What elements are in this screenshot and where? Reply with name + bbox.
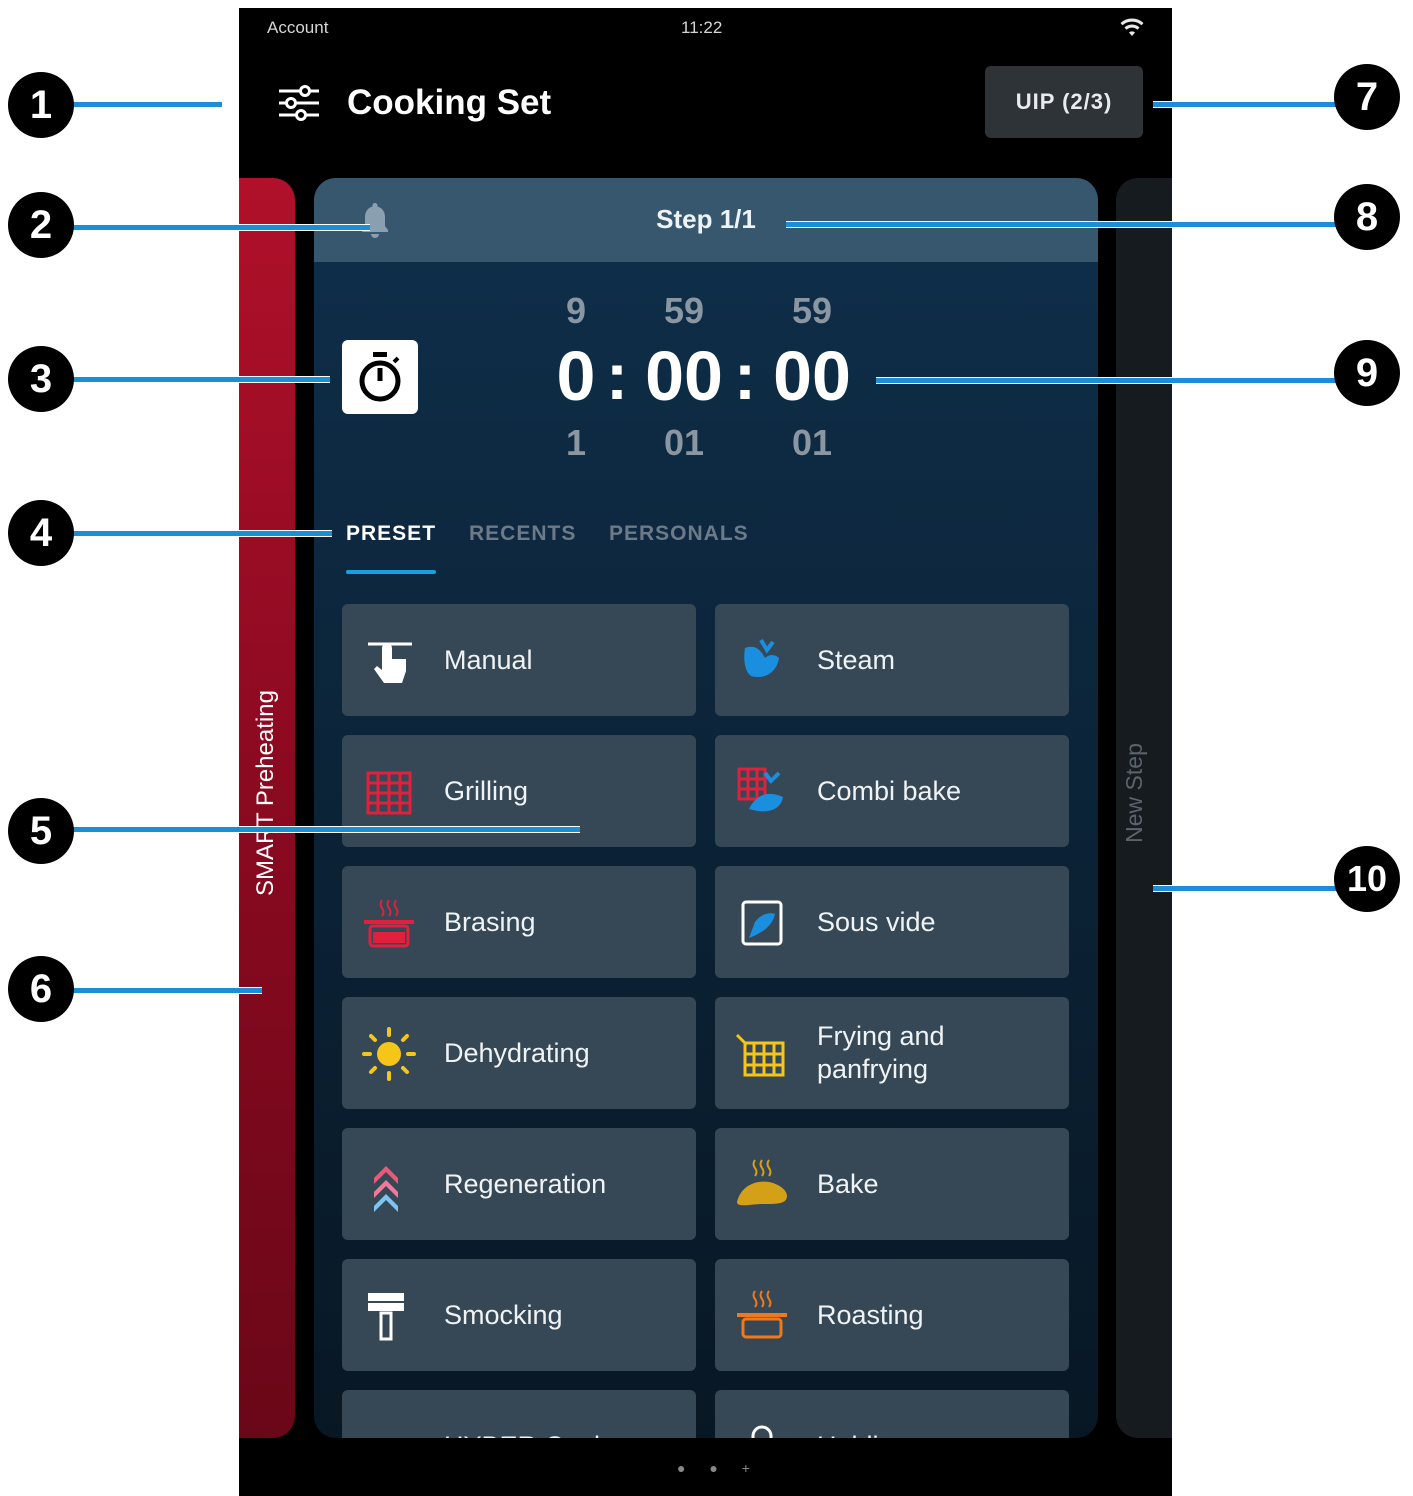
- combi-bake-icon: [737, 767, 783, 812]
- tab-personals[interactable]: PERSONALS: [609, 522, 749, 546]
- step-card: Step 1/1 9 0 1 : 59 00 01: 59 00 01 PRE…: [314, 178, 1098, 1438]
- roasting-pot-icon: [737, 1290, 787, 1339]
- active-tab-indicator: [346, 570, 436, 574]
- grill-icon: [366, 771, 412, 815]
- preset-label: Brasing: [444, 906, 536, 937]
- hyber-wave-icon: [362, 1420, 416, 1438]
- settings-sliders-icon[interactable]: [277, 83, 321, 123]
- preset-holding[interactable]: Holding: [715, 1390, 1069, 1438]
- preset-label: Roasting: [817, 1299, 924, 1330]
- minutes-above: 59: [663, 290, 705, 331]
- callout-badge-8: 8: [1334, 184, 1400, 250]
- callout-badge-6: 6: [8, 956, 74, 1022]
- preset-roasting[interactable]: Roasting: [715, 1259, 1069, 1371]
- callout-line-3: [70, 376, 330, 383]
- preset-label: Frying and panfrying: [817, 1021, 945, 1084]
- callout-line-6: [70, 987, 262, 994]
- callout-line-7: [1153, 101, 1343, 108]
- step-indicator: Step 1/1: [656, 204, 756, 234]
- smart-preheating-panel[interactable]: SMART Preheating: [239, 178, 295, 1438]
- preset-label: Holding: [817, 1390, 909, 1439]
- callout-badge-10: 10: [1334, 846, 1400, 912]
- preset-bake[interactable]: Bake: [715, 1128, 1069, 1240]
- preset-dehydrating[interactable]: Dehydrating: [342, 997, 696, 1109]
- seconds-value: 00: [773, 337, 851, 415]
- callout-line-10: [1153, 885, 1343, 892]
- timer-separator: :: [606, 339, 628, 413]
- callout-line-1: [70, 101, 222, 108]
- tab-recents[interactable]: RECENTS: [469, 522, 576, 546]
- preset-label: HYBER Cook: [444, 1390, 608, 1439]
- preset-regeneration[interactable]: Regeneration: [342, 1128, 696, 1240]
- callout-badge-7: 7: [1334, 64, 1400, 130]
- seconds-above: 59: [791, 290, 833, 331]
- seconds-below: 01: [791, 422, 833, 463]
- callout-badge-2: 2: [8, 192, 74, 258]
- status-time: 11:22: [681, 18, 723, 37]
- minutes-value: 00: [645, 337, 723, 415]
- preset-label: Regeneration: [444, 1168, 607, 1199]
- smart-preheating-label: SMART Preheating: [252, 690, 279, 896]
- callout-line-2: [70, 224, 370, 231]
- app-header: Cooking Set UIP (2/3): [239, 46, 1172, 176]
- lock-icon: [751, 1425, 773, 1438]
- preset-manual[interactable]: Manual: [342, 604, 696, 716]
- callout-line-4: [70, 530, 332, 537]
- preset-label: Smocking: [444, 1299, 563, 1330]
- wifi-icon: [1120, 18, 1144, 36]
- callout-badge-4: 4: [8, 500, 74, 566]
- preset-label: Manual: [444, 644, 533, 675]
- fryer-basket-icon: [735, 1033, 785, 1077]
- preset-smocking[interactable]: Smocking: [342, 1259, 696, 1371]
- preset-label: Sous vide: [817, 906, 936, 937]
- new-step-label: New Step: [1121, 743, 1147, 843]
- step-header: Step 1/1: [314, 178, 1098, 262]
- tab-preset[interactable]: PRESET: [346, 522, 436, 546]
- new-step-panel[interactable]: New Step: [1116, 178, 1172, 1438]
- callout-line-9: [876, 377, 1343, 384]
- callout-badge-1: 1: [8, 72, 74, 138]
- timer-mode-button[interactable]: [342, 340, 418, 414]
- preset-frying[interactable]: Frying and panfrying: [715, 997, 1069, 1109]
- callout-line-8: [786, 221, 1343, 228]
- bread-icon: [737, 1159, 787, 1206]
- status-account: Account: [267, 18, 329, 37]
- uip-button[interactable]: UIP (2/3): [985, 66, 1143, 138]
- preset-hyber-cook[interactable]: HYBER Cook: [342, 1390, 696, 1438]
- status-bar: Account 11:22: [239, 8, 1172, 46]
- sous-vide-icon: [741, 900, 783, 946]
- tablet-screen: Account 11:22 Cooking Set UIP (2/3) SMAR…: [239, 8, 1172, 1496]
- smoke-icon: [368, 1293, 404, 1341]
- preset-combi-bake[interactable]: Combi bake: [715, 735, 1069, 847]
- page-indicator[interactable]: ● ● +: [677, 1460, 760, 1476]
- minutes-picker[interactable]: 59: [629, 290, 739, 332]
- braising-pot-icon: [364, 899, 414, 948]
- callout-badge-9: 9: [1334, 340, 1400, 406]
- preset-label: Dehydrating: [444, 1037, 590, 1068]
- hours-above: 9: [565, 290, 587, 331]
- sun-icon: [362, 1027, 416, 1081]
- callout-badge-5: 5: [8, 798, 74, 864]
- preset-sous-vide[interactable]: Sous vide: [715, 866, 1069, 978]
- page-title: Cooking Set: [347, 83, 552, 122]
- regeneration-chevrons-icon: [374, 1166, 398, 1212]
- preset-label: Steam: [817, 644, 896, 675]
- seconds-picker[interactable]: 59: [757, 290, 867, 332]
- preset-label: Combi bake: [817, 775, 962, 806]
- hand-touch-icon: [368, 642, 412, 683]
- timer-separator: :: [734, 339, 756, 413]
- callout-line-5: [70, 826, 580, 833]
- steam-icon: [744, 638, 779, 678]
- stopwatch-icon: [359, 352, 401, 402]
- preset-brasing[interactable]: Brasing: [342, 866, 696, 978]
- preset-label: Bake: [817, 1168, 879, 1199]
- minutes-below: 01: [663, 422, 705, 463]
- callout-badge-3: 3: [8, 346, 74, 412]
- hours-below: 1: [565, 422, 587, 463]
- preset-steam[interactable]: Steam: [715, 604, 1069, 716]
- hours-picker[interactable]: 9: [521, 290, 631, 332]
